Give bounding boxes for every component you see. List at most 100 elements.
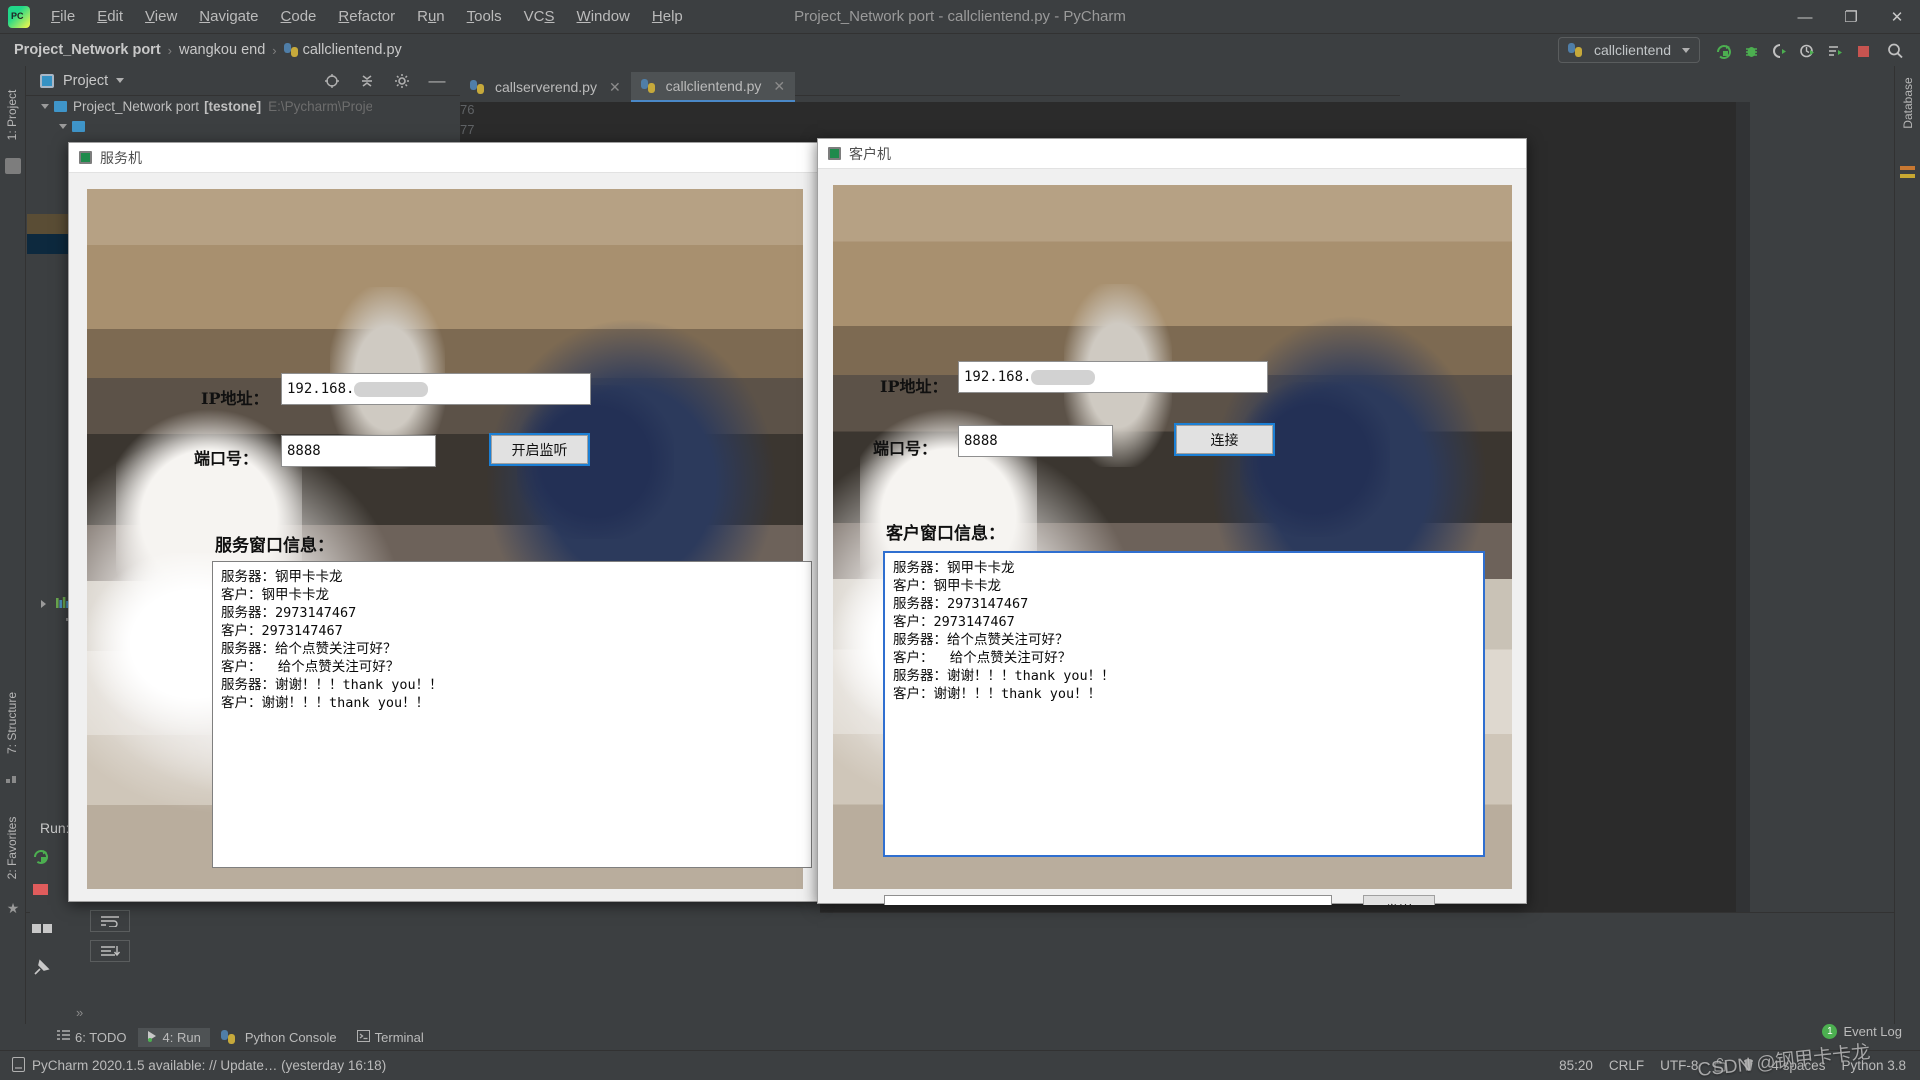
hide-icon[interactable]: — bbox=[426, 70, 448, 92]
expand-more-icon[interactable]: » bbox=[76, 1005, 83, 1020]
expand-arrow-icon[interactable] bbox=[41, 103, 49, 109]
tk-app-icon bbox=[79, 151, 92, 164]
tree-row-project-root[interactable]: Project_Network port [testone] E:\Pychar… bbox=[27, 96, 372, 116]
tree-row[interactable] bbox=[27, 116, 372, 136]
rerun-icon[interactable] bbox=[1712, 40, 1734, 62]
menu-tools-mnemonic: T bbox=[466, 8, 475, 25]
server-tk-window[interactable]: 服务机 IP地址： 192.168. 端口号： 8888 开启监听 服务窗口信息… bbox=[68, 142, 818, 902]
tab-callserverend[interactable]: callserverend.py ✕ bbox=[460, 72, 631, 102]
client-tk-window[interactable]: 客户机 IP地址： 192.168. 端口号： 8888 连接 客户窗口信息： … bbox=[817, 138, 1527, 905]
pin-icon[interactable] bbox=[32, 959, 62, 982]
expand-arrow-icon[interactable] bbox=[59, 123, 67, 129]
menu-refactor-mnemonic: R bbox=[338, 8, 350, 25]
line-separator[interactable]: CRLF bbox=[1609, 1058, 1644, 1073]
python-file-icon bbox=[283, 43, 298, 57]
client-port-input[interactable]: 8888 bbox=[958, 425, 1113, 457]
chevron-down-icon[interactable] bbox=[116, 78, 125, 83]
menu-help[interactable]: Help bbox=[641, 6, 694, 27]
menu-file[interactable]: File bbox=[40, 6, 86, 27]
bottom-tab-terminal[interactable]: Terminal bbox=[348, 1028, 433, 1047]
indent-setting[interactable]: 4 spaces bbox=[1771, 1058, 1825, 1073]
coverage-icon[interactable] bbox=[1768, 40, 1790, 62]
menu-view[interactable]: View bbox=[134, 6, 188, 27]
python-interpreter[interactable]: Python 3.8 bbox=[1841, 1058, 1906, 1073]
client-log-content: 服务器：钢甲卡卡龙 客户：钢甲卡卡龙 服务器：2973147467 客户：297… bbox=[893, 560, 1115, 702]
menu-edit[interactable]: Edit bbox=[86, 6, 134, 27]
redaction-overlay bbox=[354, 381, 429, 397]
soft-wrap-icon[interactable] bbox=[90, 910, 130, 932]
tab-close-icon[interactable]: ✕ bbox=[609, 79, 621, 96]
menu-run[interactable]: Run bbox=[406, 6, 456, 27]
lock-icon[interactable] bbox=[1714, 1057, 1726, 1075]
menu-vcs[interactable]: VCS bbox=[513, 6, 566, 27]
run-panel-label: Run: bbox=[40, 820, 70, 836]
server-ip-input[interactable]: 192.168. bbox=[281, 373, 591, 405]
close-button[interactable]: ✕ bbox=[1874, 0, 1920, 34]
tk-app-icon bbox=[828, 147, 841, 160]
tab-close-icon[interactable]: ✕ bbox=[773, 78, 785, 95]
server-start-listen-button[interactable]: 开启监听 bbox=[489, 433, 590, 466]
stripe-favorites-label[interactable]: 2: Favorites bbox=[5, 816, 19, 880]
server-window-titlebar: 服务机 bbox=[69, 143, 817, 173]
client-ip-input[interactable]: 192.168. bbox=[958, 361, 1268, 393]
server-log-textarea[interactable]: 服务器：钢甲卡卡龙 客户：钢甲卡卡龙 服务器：2973147467 客户：297… bbox=[212, 561, 812, 868]
profile-icon[interactable] bbox=[1796, 40, 1818, 62]
bottom-tab-todo[interactable]: 6: TODO bbox=[48, 1027, 136, 1047]
client-connect-button[interactable]: 连接 bbox=[1174, 423, 1275, 456]
breadcrumb-project[interactable]: Project_Network port bbox=[14, 42, 161, 58]
server-start-listen-label: 开启监听 bbox=[511, 442, 568, 459]
client-message-input[interactable] bbox=[884, 895, 1332, 905]
left-tool-stripe: 1: Project 7: Structure 2: Favorites ★ bbox=[0, 66, 26, 1024]
scroll-to-end-icon[interactable] bbox=[90, 940, 130, 962]
folder-icon bbox=[54, 100, 67, 112]
breadcrumb-folder[interactable]: wangkou end bbox=[179, 42, 265, 58]
stripe-structure-label[interactable]: 7: Structure bbox=[5, 691, 19, 755]
project-panel-title: Project bbox=[63, 72, 109, 89]
run-with-options-icon[interactable] bbox=[1824, 40, 1846, 62]
pycharm-logo-icon bbox=[8, 5, 30, 28]
menu-refactor[interactable]: Refactor bbox=[327, 6, 406, 27]
file-encoding[interactable]: UTF-8 bbox=[1660, 1058, 1698, 1073]
minimize-button[interactable]: — bbox=[1782, 0, 1828, 34]
todo-icon bbox=[57, 1029, 70, 1045]
caret-position[interactable]: 85:20 bbox=[1559, 1058, 1593, 1073]
terminal-icon bbox=[356, 1029, 370, 1045]
bottom-tab-python-console[interactable]: Python Console bbox=[212, 1028, 346, 1047]
breadcrumb-separator: › bbox=[272, 42, 277, 58]
menu-tools[interactable]: Tools bbox=[456, 6, 513, 27]
status-message: PyCharm 2020.1.5 available: // Update… (… bbox=[32, 1058, 387, 1073]
stripe-project-label[interactable]: 1: Project bbox=[5, 83, 19, 147]
tab-callclientend[interactable]: callclientend.py ✕ bbox=[630, 72, 796, 102]
menu-bar: File Edit View Navigate Code Refactor Ru… bbox=[0, 0, 1920, 34]
status-message-area[interactable]: PyCharm 2020.1.5 available: // Update… (… bbox=[12, 1056, 387, 1075]
server-port-value: 8888 bbox=[287, 443, 321, 459]
locate-icon[interactable] bbox=[321, 70, 343, 92]
client-port-value: 8888 bbox=[964, 433, 998, 449]
menu-window[interactable]: Window bbox=[566, 6, 641, 27]
client-ip-label: IP地址： bbox=[880, 377, 948, 396]
stripe-database-label[interactable]: Database bbox=[1901, 71, 1915, 135]
search-everywhere-icon[interactable] bbox=[1884, 40, 1906, 62]
collapse-all-icon[interactable] bbox=[356, 70, 378, 92]
menu-code[interactable]: Code bbox=[270, 6, 328, 27]
settings-gear-icon[interactable] bbox=[391, 70, 413, 92]
debug-icon[interactable] bbox=[1740, 40, 1762, 62]
server-port-input[interactable]: 8888 bbox=[281, 435, 436, 467]
run-configuration-selector[interactable]: callclientend bbox=[1557, 37, 1700, 63]
editor-scrollbar[interactable] bbox=[1736, 102, 1750, 912]
breadcrumb-file[interactable]: callclientend.py bbox=[283, 42, 402, 58]
right-tool-stripe: Database bbox=[1894, 66, 1920, 1024]
event-log-button[interactable]: 1 Event Log bbox=[1822, 1024, 1902, 1039]
rerun-icon[interactable] bbox=[32, 848, 62, 871]
server-window-title: 服务机 bbox=[100, 149, 142, 166]
maximize-button[interactable]: ❐ bbox=[1828, 0, 1874, 34]
hector-inspection-icon[interactable] bbox=[1742, 1057, 1755, 1075]
collapse-arrow-icon[interactable] bbox=[41, 600, 50, 608]
menu-navigate[interactable]: Navigate bbox=[188, 6, 269, 27]
client-send-button[interactable]: 发送 bbox=[1363, 895, 1435, 905]
client-log-textarea[interactable]: 服务器：钢甲卡卡龙 客户：钢甲卡卡龙 服务器：2973147467 客户：297… bbox=[883, 551, 1485, 857]
layout-icon[interactable] bbox=[32, 922, 62, 941]
bottom-tab-run[interactable]: 4: Run bbox=[137, 1027, 210, 1047]
stop-icon[interactable] bbox=[32, 883, 62, 902]
stop-icon[interactable] bbox=[1852, 40, 1874, 62]
